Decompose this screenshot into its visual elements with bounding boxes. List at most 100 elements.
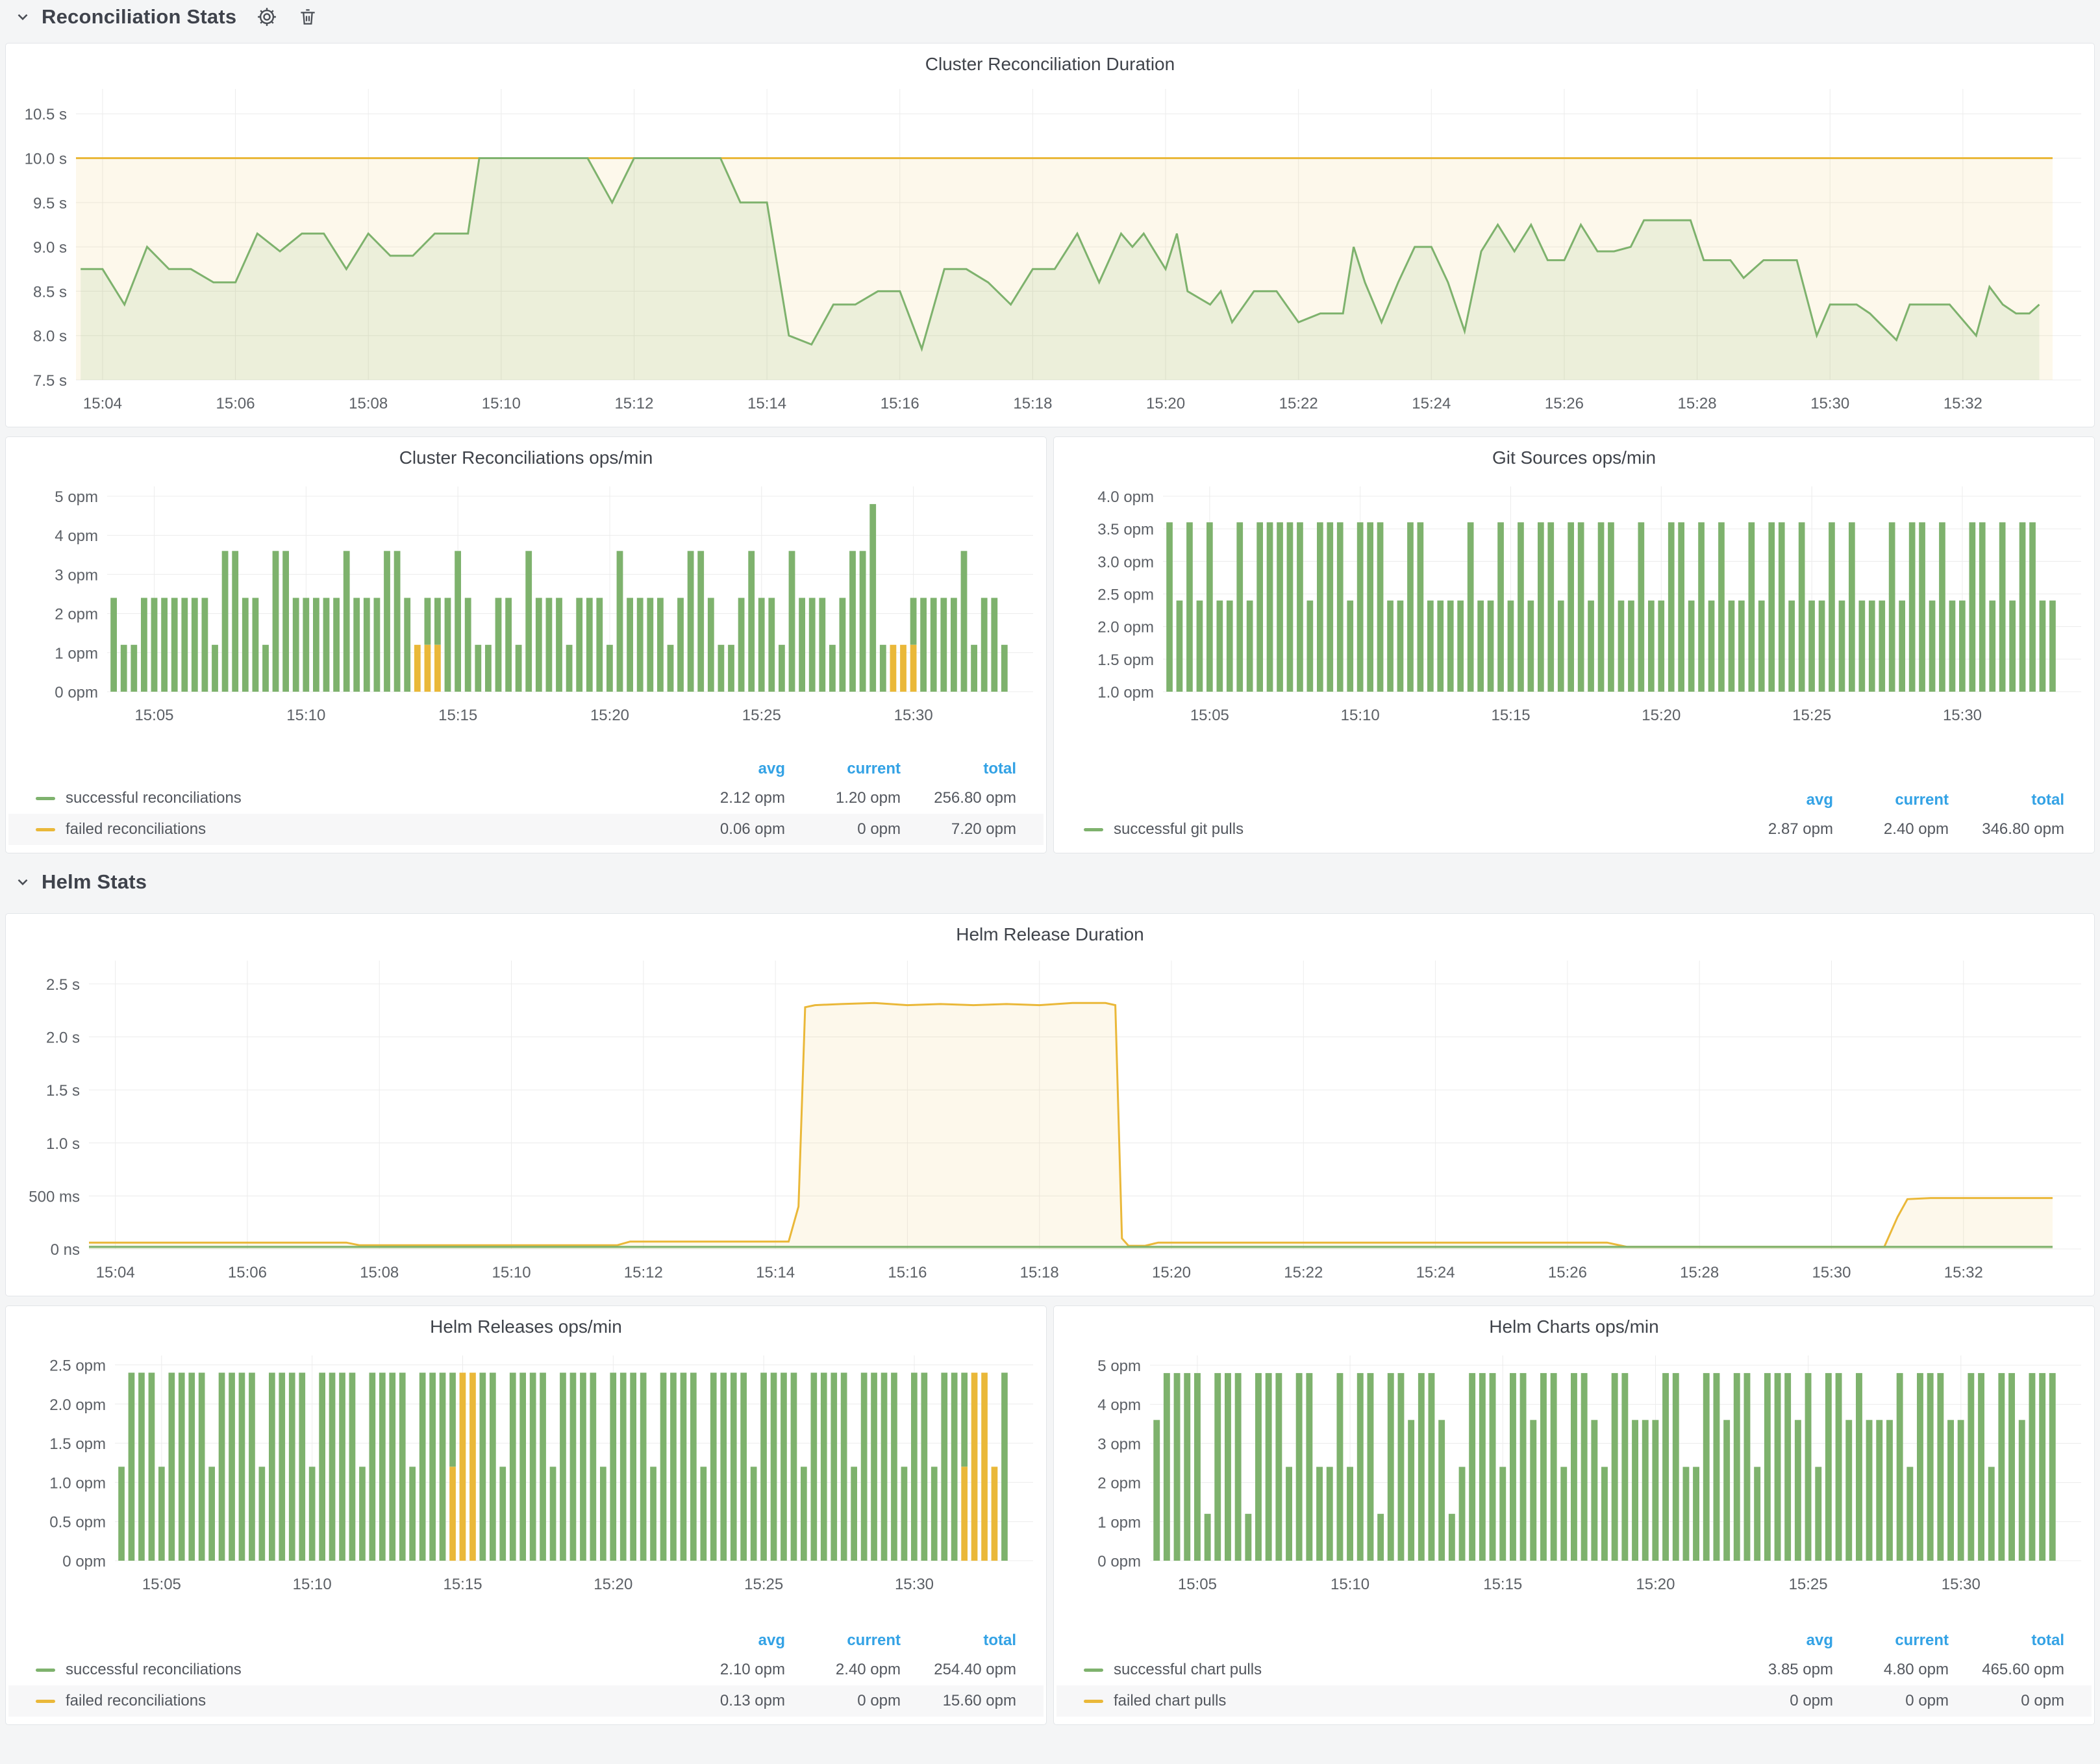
svg-text:15:05: 15:05 [134, 707, 173, 724]
svg-text:0 opm: 0 opm [55, 684, 98, 701]
svg-text:0.5 opm: 0.5 opm [49, 1514, 106, 1531]
legend-total-value: 254.40 opm [901, 1661, 1016, 1679]
git-sources-chart[interactable]: 15:0515:1015:1515:2015:2515:304.0 opm3.5… [1058, 473, 2090, 733]
legend-col-current[interactable]: current [785, 760, 901, 778]
svg-text:2.0 opm: 2.0 opm [49, 1396, 106, 1414]
svg-text:15:04: 15:04 [96, 1264, 135, 1281]
svg-text:15:18: 15:18 [1020, 1264, 1059, 1281]
svg-text:15:24: 15:24 [1416, 1264, 1455, 1281]
svg-text:15:16: 15:16 [881, 395, 919, 412]
panel-title[interactable]: Git Sources ops/min [1054, 447, 2094, 468]
chart-svg: 15:0515:1015:1515:2015:2515:305 opm4 opm… [10, 473, 1042, 733]
svg-text:15:30: 15:30 [1942, 1576, 1981, 1593]
gear-icon[interactable] [256, 6, 278, 28]
svg-text:15:10: 15:10 [1331, 1576, 1369, 1593]
helm-charts-chart[interactable]: 15:0515:1015:1515:2015:2515:305 opm4 opm… [1058, 1342, 2090, 1602]
svg-text:4 opm: 4 opm [1097, 1396, 1141, 1414]
legend-col-current[interactable]: current [1833, 791, 1949, 809]
svg-text:15:10: 15:10 [482, 395, 521, 412]
svg-text:1.0 opm: 1.0 opm [1097, 684, 1154, 701]
legend-header: avg current total [8, 755, 1044, 783]
legend-col-total[interactable]: total [901, 760, 1016, 778]
legend-avg-value: 0 opm [1718, 1692, 1833, 1710]
legend-col-avg[interactable]: avg [1718, 791, 1833, 809]
legend-current-value: 0 opm [785, 820, 901, 838]
svg-text:15:30: 15:30 [1943, 707, 1982, 724]
legend: avg current total successful reconciliat… [8, 1627, 1044, 1717]
svg-text:15:12: 15:12 [614, 395, 653, 412]
panel-title[interactable]: Helm Releases ops/min [6, 1317, 1046, 1337]
legend-current-value: 1.20 opm [785, 789, 901, 807]
legend-col-avg[interactable]: avg [669, 760, 785, 778]
cluster-duration-chart[interactable]: 15:0415:0615:0815:1015:1215:1415:1615:18… [10, 77, 2090, 423]
svg-text:1.0 s: 1.0 s [46, 1135, 80, 1153]
legend-row-successful: successful chart pulls 3.85 opm 4.80 opm… [1056, 1654, 2092, 1685]
section-header-reconciliation-stats[interactable]: Reconciliation Stats [14, 3, 318, 31]
helm-duration-chart[interactable]: 15:0415:0615:0815:1015:1215:1415:1615:18… [10, 949, 2090, 1292]
legend-total-value: 256.80 opm [901, 789, 1016, 807]
legend-total-value: 0 opm [1949, 1692, 2064, 1710]
panel-title[interactable]: Helm Charts ops/min [1054, 1317, 2094, 1337]
svg-text:15:20: 15:20 [1636, 1576, 1675, 1593]
chart-svg: 15:0415:0615:0815:1015:1215:1415:1615:18… [10, 949, 2090, 1292]
helm-releases-chart[interactable]: 15:0515:1015:1515:2015:2515:302.5 opm2.0… [10, 1342, 1042, 1602]
svg-text:1.5 opm: 1.5 opm [1097, 651, 1154, 669]
svg-text:2 opm: 2 opm [55, 606, 98, 624]
legend-col-current[interactable]: current [785, 1632, 901, 1650]
svg-text:15:15: 15:15 [438, 707, 477, 724]
svg-text:15:30: 15:30 [1810, 395, 1849, 412]
svg-text:0 opm: 0 opm [62, 1553, 106, 1570]
svg-text:10.0 s: 10.0 s [25, 151, 67, 168]
grafana-dashboard: { "colors": {"success_green":"#7eb26d","… [0, 0, 2100, 1764]
legend-col-avg[interactable]: avg [669, 1632, 785, 1650]
svg-text:9.5 s: 9.5 s [33, 195, 67, 212]
cluster-reconciliations-chart[interactable]: 15:0515:1015:1515:2015:2515:305 opm4 opm… [10, 473, 1042, 733]
legend-avg-value: 0.13 opm [669, 1692, 785, 1710]
legend-avg-value: 2.12 opm [669, 789, 785, 807]
section-title: Reconciliation Stats [42, 5, 236, 29]
panel-title[interactable]: Cluster Reconciliations ops/min [6, 447, 1046, 468]
svg-text:1.5 opm: 1.5 opm [49, 1435, 106, 1453]
panel-title[interactable]: Helm Release Duration [6, 924, 2094, 945]
svg-text:5 opm: 5 opm [55, 488, 98, 506]
svg-text:15:30: 15:30 [894, 707, 933, 724]
legend-col-avg[interactable]: avg [1718, 1632, 1833, 1650]
svg-text:2.5 opm: 2.5 opm [1097, 586, 1154, 604]
legend-col-total[interactable]: total [901, 1632, 1016, 1650]
svg-text:15:14: 15:14 [747, 395, 786, 412]
panel-helm-release-duration: Helm Release Duration 15:0415:0615:0815:… [5, 913, 2095, 1296]
svg-text:15:10: 15:10 [293, 1576, 332, 1593]
legend-series-label: successful reconciliations [66, 1661, 242, 1679]
section-title: Helm Stats [42, 870, 147, 894]
svg-text:15:26: 15:26 [1545, 395, 1584, 412]
series-dash-green [1084, 828, 1103, 831]
svg-text:5 opm: 5 opm [1097, 1357, 1141, 1375]
legend-series-label: successful reconciliations [66, 789, 242, 807]
panel-title[interactable]: Cluster Reconciliation Duration [6, 54, 2094, 75]
svg-text:2.5 s: 2.5 s [46, 976, 80, 994]
legend-current-value: 4.80 opm [1833, 1661, 1949, 1679]
svg-text:15:30: 15:30 [895, 1576, 934, 1593]
legend: avg current total successful chart pulls… [1056, 1627, 2092, 1717]
panel-git-sources: Git Sources ops/min 15:0515:1015:1515:20… [1053, 436, 2095, 853]
section-header-helm-stats[interactable]: Helm Stats [14, 868, 147, 896]
svg-text:15:08: 15:08 [349, 395, 388, 412]
legend-series-label: failed chart pulls [1114, 1692, 1226, 1710]
svg-text:15:20: 15:20 [1146, 395, 1185, 412]
legend-avg-value: 2.87 opm [1718, 820, 1833, 838]
legend-avg-value: 0.06 opm [669, 820, 785, 838]
legend-col-total[interactable]: total [1949, 1632, 2064, 1650]
chevron-down-icon [14, 874, 31, 890]
svg-text:15:12: 15:12 [624, 1264, 663, 1281]
svg-text:15:25: 15:25 [742, 707, 781, 724]
svg-text:15:24: 15:24 [1412, 395, 1451, 412]
chevron-down-icon [14, 8, 31, 25]
svg-text:15:25: 15:25 [1792, 707, 1831, 724]
series-dash-yellow [1084, 1700, 1103, 1703]
legend: avg current total successful git pulls 2… [1056, 787, 2092, 845]
legend-col-total[interactable]: total [1949, 791, 2064, 809]
legend-col-current[interactable]: current [1833, 1632, 1949, 1650]
svg-text:15:05: 15:05 [1178, 1576, 1217, 1593]
svg-text:15:10: 15:10 [1341, 707, 1380, 724]
trash-icon[interactable] [297, 6, 318, 27]
